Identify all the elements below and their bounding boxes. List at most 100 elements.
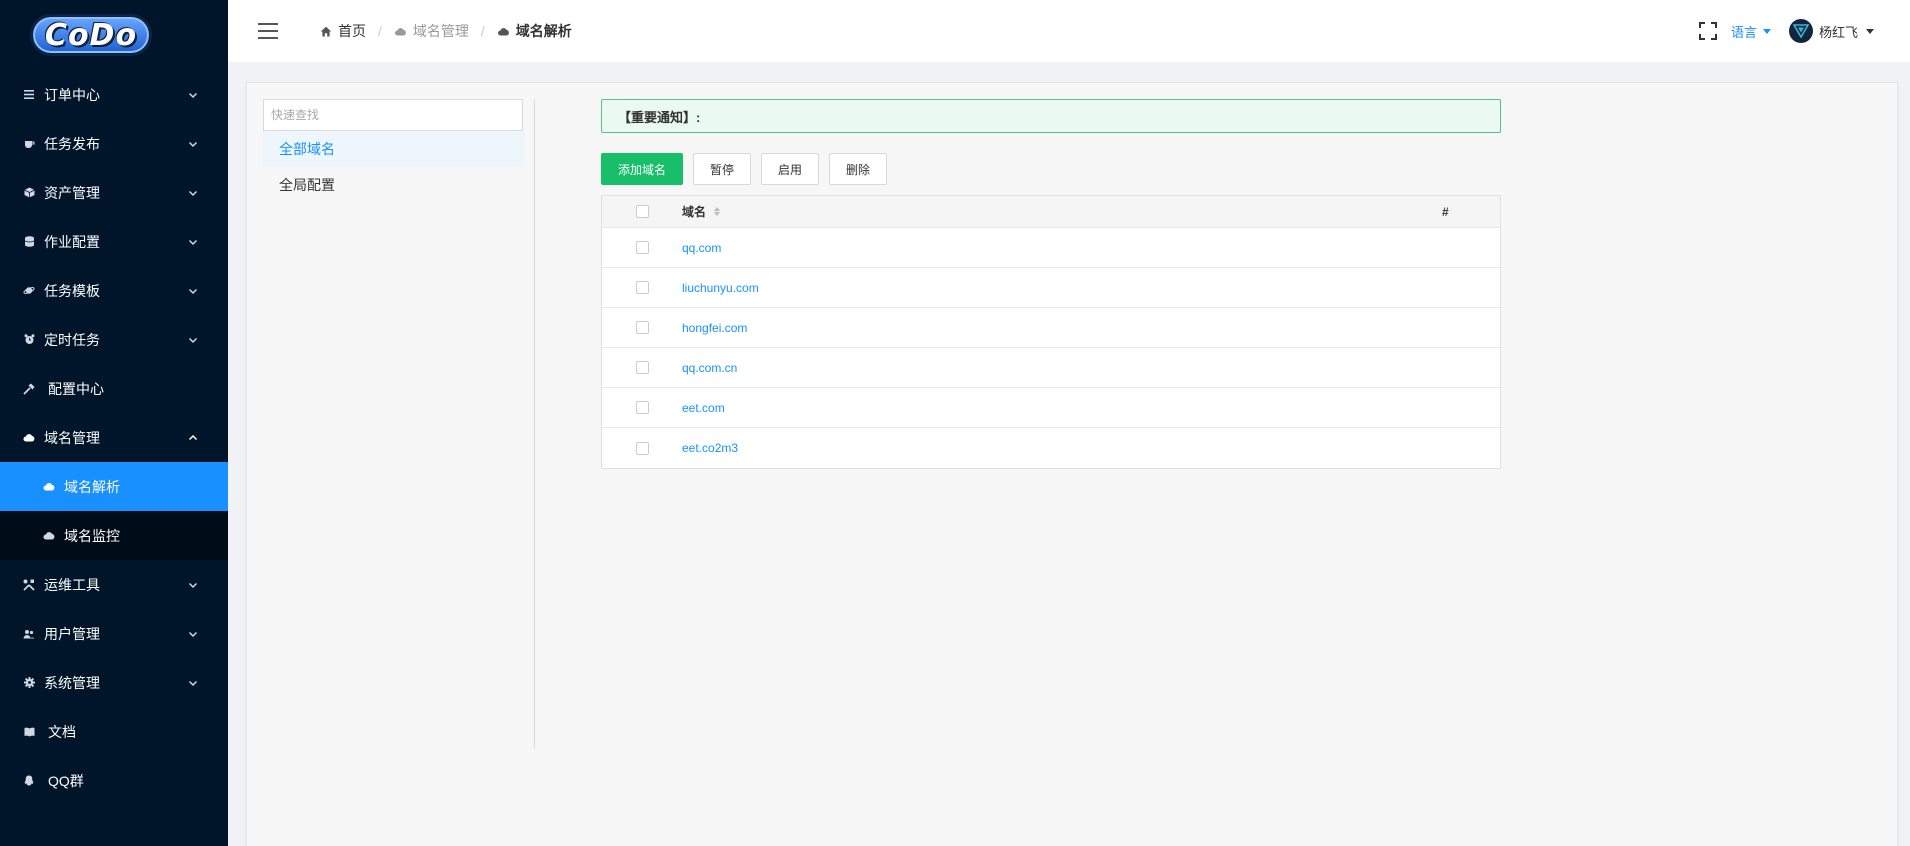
domain-cell: qq.com xyxy=(682,241,1442,255)
domain-link[interactable]: eet.com xyxy=(682,401,725,415)
language-dropdown[interactable]: 语言 xyxy=(1731,22,1771,41)
sidebar-item-label: 作业配置 xyxy=(44,233,100,250)
sidebar-subitem-domain-resolution[interactable]: 域名解析 xyxy=(0,462,228,511)
top-header: 首页 / 域名管理 / 域名解析 语言 杨红飞 xyxy=(228,0,1910,62)
sidebar-item-config-center[interactable]: 配置中心 xyxy=(0,364,228,413)
sidebar-item-job-config[interactable]: 作业配置 xyxy=(0,217,228,266)
domain-link[interactable]: qq.com xyxy=(682,241,721,255)
domain-link[interactable]: qq.com.cn xyxy=(682,361,737,375)
sidebar-item-label: 任务模板 xyxy=(44,282,100,299)
breadcrumb-current: 域名解析 xyxy=(497,21,572,41)
fullscreen-icon[interactable] xyxy=(1698,22,1717,40)
sidebar-item-orders[interactable]: 订单中心 xyxy=(0,70,228,119)
chevron-down-icon xyxy=(188,90,198,100)
user-menu[interactable]: 杨红飞 xyxy=(1788,19,1874,43)
panel-divider xyxy=(534,99,535,749)
domain-link[interactable]: liuchunyu.com xyxy=(682,281,759,295)
row-checkbox[interactable] xyxy=(635,281,649,294)
book-icon xyxy=(22,727,36,737)
breadcrumb-label: 首页 xyxy=(338,23,366,39)
toolbar: 添加域名 暂停 启用 删除 xyxy=(601,153,897,185)
filter-all-domains[interactable]: 全部域名 xyxy=(263,131,525,167)
sidebar-item-user-management[interactable]: 用户管理 xyxy=(0,609,228,658)
row-checkbox[interactable] xyxy=(635,361,649,374)
sort-icon[interactable] xyxy=(714,207,721,216)
users-icon xyxy=(22,629,36,639)
breadcrumb-home[interactable]: 首页 xyxy=(320,21,366,41)
database-icon xyxy=(22,236,36,247)
add-domain-button[interactable]: 添加域名 xyxy=(601,153,684,185)
header-actions: 语言 杨红飞 xyxy=(1698,0,1874,62)
domain-cell: qq.com.cn xyxy=(682,361,1442,375)
avatar xyxy=(1788,19,1813,43)
cloud-icon xyxy=(42,531,56,540)
cloud-icon xyxy=(394,27,407,36)
chevron-down-icon xyxy=(188,580,198,590)
hammer-icon xyxy=(22,383,36,395)
row-check-cell xyxy=(602,241,682,254)
sidebar-item-domain-management[interactable]: 域名管理 xyxy=(0,413,228,462)
row-check-cell xyxy=(602,401,682,414)
domain-filter-panel: 全部域名 全局配置 xyxy=(263,99,525,203)
row-checkbox[interactable] xyxy=(635,321,649,334)
home-icon xyxy=(320,26,332,37)
domain-cell: liuchunyu.com xyxy=(682,281,1442,295)
domain-link[interactable]: hongfei.com xyxy=(682,321,747,335)
row-checkbox[interactable] xyxy=(635,401,649,414)
sidebar-item-task-publish[interactable]: 任务发布 xyxy=(0,119,228,168)
breadcrumb-label: 域名解析 xyxy=(515,23,572,39)
sidebar-item-scheduled-tasks[interactable]: 定时任务 xyxy=(0,315,228,364)
logo[interactable]: CoDo xyxy=(0,0,228,70)
enable-button[interactable]: 启用 xyxy=(761,153,820,185)
domain-column-header[interactable]: 域名 xyxy=(682,203,1442,220)
sidebar-item-docs[interactable]: 文档 xyxy=(0,707,228,756)
sidebar-item-assets[interactable]: 资产管理 xyxy=(0,168,228,217)
sidebar-subitem-domain-monitoring[interactable]: 域名监控 xyxy=(0,511,228,560)
planet-icon xyxy=(22,285,36,296)
delete-button[interactable]: 删除 xyxy=(829,153,888,185)
table-row: qq.com xyxy=(602,228,1500,268)
row-check-cell xyxy=(602,321,682,334)
sidebar-item-label: 域名管理 xyxy=(44,429,100,446)
sidebar-item-ops-tools[interactable]: 运维工具 xyxy=(0,560,228,609)
breadcrumb-domain-management[interactable]: 域名管理 xyxy=(394,21,469,41)
chevron-up-icon xyxy=(188,433,198,443)
sidebar-item-system-management[interactable]: 系统管理 xyxy=(0,658,228,707)
tools-icon xyxy=(22,579,36,591)
table-header: 域名 # xyxy=(602,196,1500,228)
breadcrumb: 首页 / 域名管理 / 域名解析 xyxy=(320,21,572,41)
important-notice: 【重要通知】: xyxy=(601,99,1501,133)
row-checkbox[interactable] xyxy=(635,441,649,455)
sidebar-subitem-label: 域名监控 xyxy=(64,527,120,544)
column-header-label: 域名 xyxy=(682,205,707,219)
sidebar-item-label: 系统管理 xyxy=(44,674,100,691)
pause-button[interactable]: 暂停 xyxy=(693,153,752,185)
sidebar-item-qq-group[interactable]: QQ群 xyxy=(0,756,228,805)
chevron-down-icon xyxy=(188,139,198,149)
select-all-checkbox[interactable] xyxy=(635,205,649,218)
sidebar-item-label: 运维工具 xyxy=(44,576,100,593)
sidebar-item-label: 文档 xyxy=(48,723,76,740)
menu-toggle-icon[interactable] xyxy=(258,23,278,39)
sidebar-item-label: 订单中心 xyxy=(44,86,100,103)
table-row: eet.com xyxy=(602,388,1500,428)
sidebar-item-task-templates[interactable]: 任务模板 xyxy=(0,266,228,315)
cup-icon xyxy=(22,139,36,149)
row-check-cell xyxy=(602,281,682,294)
breadcrumb-separator: / xyxy=(378,23,382,39)
row-checkbox[interactable] xyxy=(635,241,649,254)
domain-cell: hongfei.com xyxy=(682,321,1442,335)
gear-icon xyxy=(22,677,36,688)
content-card: 全部域名 全局配置 【重要通知】: 添加域名 暂停 启用 删除 域名 # qq.… xyxy=(246,82,1898,846)
sidebar: CoDo 订单中心 任务发布 资产管理 作业配置 任务模板 定时任务 配置中心 … xyxy=(0,0,228,846)
domain-table: 域名 # qq.com liuchunyu.com hongfei.com qq… xyxy=(601,195,1501,469)
action-column-header: # xyxy=(1442,204,1449,219)
logo-badge: CoDo xyxy=(30,14,152,56)
quick-search-input[interactable] xyxy=(263,99,523,131)
sidebar-item-label: 定时任务 xyxy=(44,331,100,348)
chevron-down-icon xyxy=(188,678,198,688)
chevron-down-icon xyxy=(188,188,198,198)
domain-link[interactable]: eet.co2m3 xyxy=(682,441,738,455)
language-label: 语言 xyxy=(1730,24,1757,40)
filter-global-config[interactable]: 全局配置 xyxy=(263,167,525,203)
